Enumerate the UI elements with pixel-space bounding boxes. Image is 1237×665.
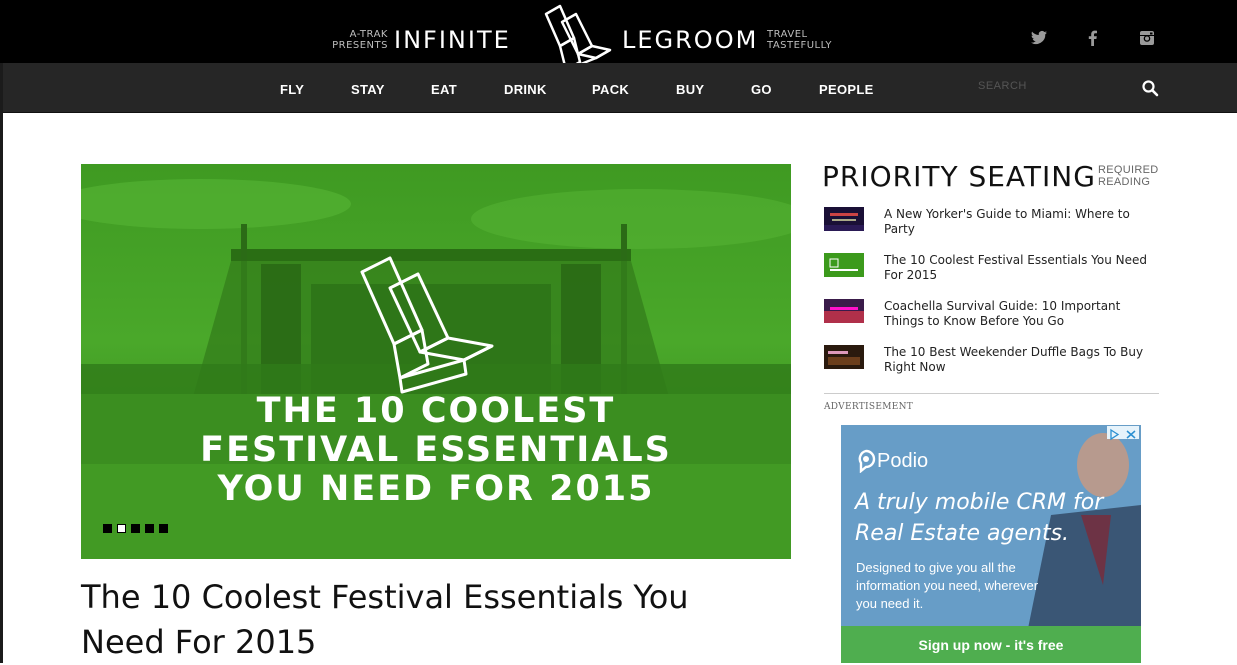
slider-dot-2[interactable]	[117, 524, 126, 533]
nav-go[interactable]: GO	[751, 82, 772, 97]
ad-headline: A truly mobile CRM for Real Estate agent…	[855, 490, 1104, 546]
list-item[interactable]: The 10 Coolest Festival Essentials You N…	[824, 253, 1159, 287]
site-header: A-TRAK PRESENTS INFINITE LEGROOM TRAVEL …	[0, 0, 1237, 72]
slider-dot-5[interactable]	[159, 524, 168, 533]
nav-eat[interactable]: EAT	[431, 82, 457, 97]
slider-dot-3[interactable]	[131, 524, 140, 533]
page-edge	[0, 63, 3, 663]
facebook-icon[interactable]	[1083, 28, 1103, 48]
podio-logo-icon	[858, 449, 876, 473]
presents-label: A-TRAK PRESENTS	[332, 29, 388, 51]
article-title[interactable]: The 10 Coolest Festival Essentials You N…	[81, 575, 781, 665]
twitter-icon[interactable]	[1029, 28, 1049, 48]
required-reading-label: REQUIRED READING	[1098, 164, 1159, 188]
search-icon[interactable]	[1141, 79, 1159, 97]
search-input[interactable]: SEARCH	[978, 80, 1027, 92]
brand-word-legroom: LEGROOM	[622, 26, 759, 54]
advertisement-label: ADVERTISEMENT	[824, 402, 914, 412]
nav-fly[interactable]: FLY	[280, 82, 304, 97]
list-item[interactable]: A New Yorker's Guide to Miami: Where to …	[824, 207, 1159, 241]
article-thumbnail	[824, 253, 864, 277]
ad-signup-button[interactable]: Sign up now - it's free	[841, 626, 1141, 663]
tagline: TRAVEL TASTEFULLY	[767, 29, 832, 51]
nav-stay[interactable]: STAY	[351, 82, 385, 97]
priority-seating-heading: PRIORITY SEATING	[822, 160, 1096, 193]
nav-people[interactable]: PEOPLE	[819, 82, 874, 97]
instagram-icon[interactable]	[1137, 28, 1157, 48]
article-link[interactable]: Coachella Survival Guide: 10 Important T…	[884, 299, 1159, 329]
nav-buy[interactable]: BUY	[676, 82, 704, 97]
podio-ad-banner[interactable]: Podio A truly mobile CRM for Real Estate…	[841, 425, 1141, 663]
adchoices-icon[interactable]	[1107, 426, 1139, 441]
article-link[interactable]: The 10 Best Weekender Duffle Bags To Buy…	[884, 345, 1159, 375]
list-item[interactable]: The 10 Best Weekender Duffle Bags To Buy…	[824, 345, 1159, 379]
ad-body-text: Designed to give you all the information…	[856, 560, 1039, 611]
nav-drink[interactable]: DRINK	[504, 82, 547, 97]
sidebar-divider	[824, 393, 1159, 394]
list-item[interactable]: Coachella Survival Guide: 10 Important T…	[824, 299, 1159, 333]
slider-dot-1[interactable]	[103, 524, 112, 533]
article-thumbnail	[824, 207, 864, 231]
article-link[interactable]: A New Yorker's Guide to Miami: Where to …	[884, 207, 1159, 237]
hero-title[interactable]: THE 10 COOLEST FESTIVAL ESSENTIALS YOU N…	[81, 392, 791, 509]
article-thumbnail	[824, 345, 864, 369]
nav-pack[interactable]: PACK	[592, 82, 629, 97]
slider-dot-4[interactable]	[145, 524, 154, 533]
ad-brand-name: Podio	[877, 450, 929, 472]
article-thumbnail	[824, 299, 864, 323]
site-logo[interactable]: A-TRAK PRESENTS INFINITE LEGROOM TRAVEL …	[0, 0, 1237, 72]
main-nav: FLY STAY EAT DRINK PACK BUY GO PEOPLE SE…	[3, 63, 1237, 113]
brand-word-infinite: INFINITE	[394, 26, 511, 54]
hero-slider[interactable]: THE 10 COOLEST FESTIVAL ESSENTIALS YOU N…	[81, 164, 791, 559]
article-link[interactable]: The 10 Coolest Festival Essentials You N…	[884, 253, 1159, 283]
